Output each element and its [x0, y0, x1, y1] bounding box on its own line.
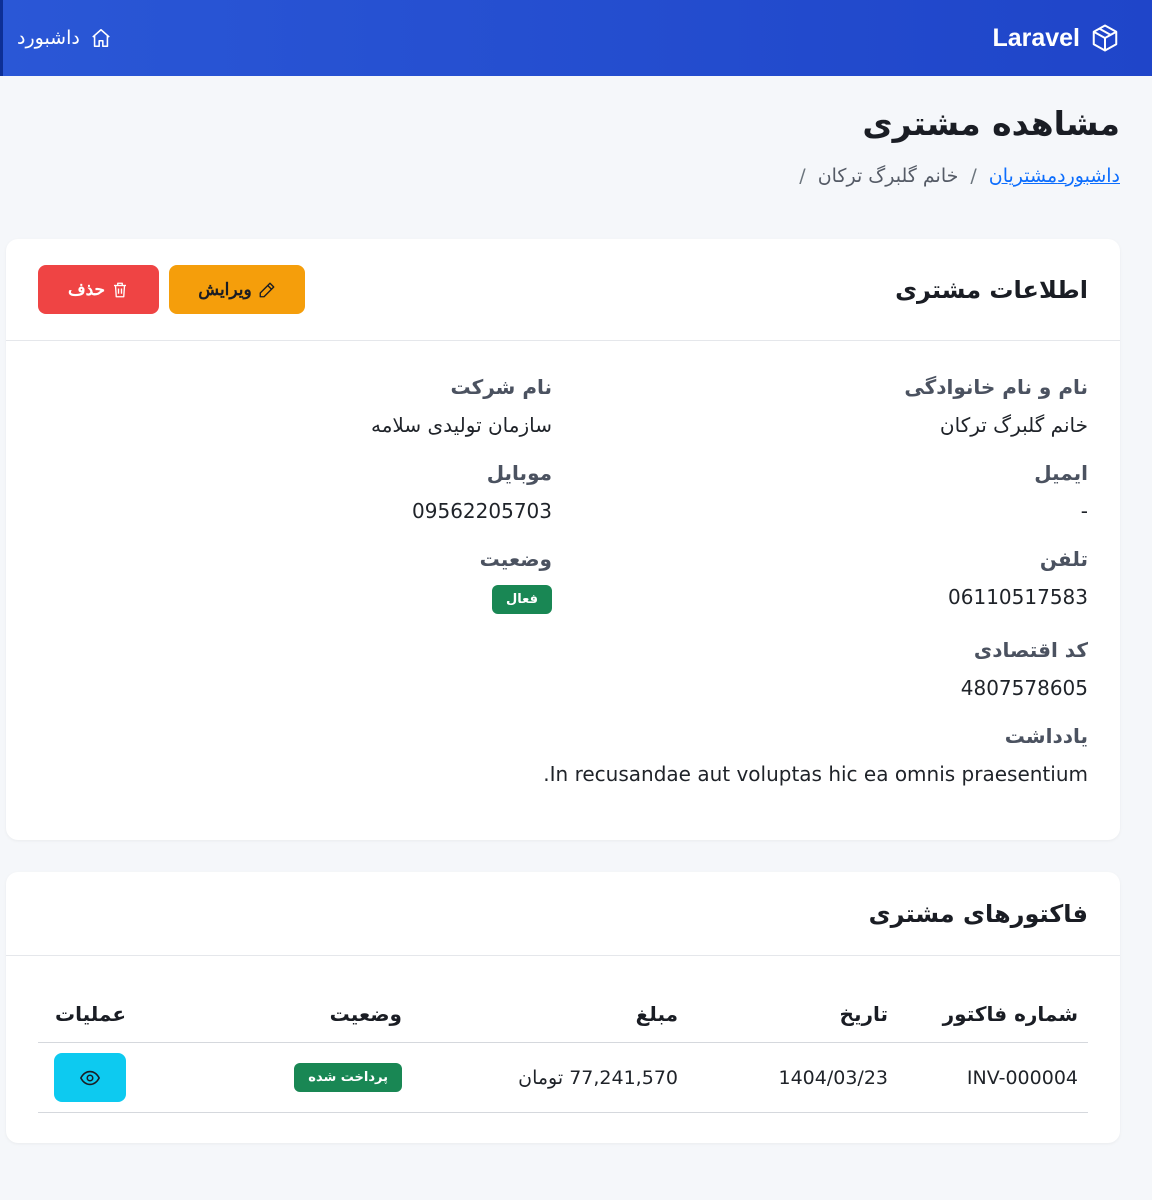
customer-actions: حذف ویرایش: [38, 265, 305, 314]
phone-label: تلفن: [1039, 547, 1088, 571]
page-title: مشاهده مشتری: [862, 104, 1120, 143]
customer-info-title: اطلاعات مشتری: [895, 275, 1088, 304]
invoices-table: شماره فاکتور تاریخ مبلغ وضعیت عملیات INV…: [38, 992, 1088, 1113]
status-container: فعال: [16, 585, 552, 614]
column-number: شماره فاکتور: [898, 992, 1088, 1043]
view-invoice-button[interactable]: [54, 1053, 126, 1102]
breadcrumb-links: داشبوردمشتریان: [989, 165, 1120, 187]
full-name-value: خانم گلبرگ ترکان: [939, 413, 1088, 437]
invoice-date: 1404/03/23: [688, 1042, 898, 1113]
column-date: تاریخ: [688, 992, 898, 1043]
email-label: ایمیل: [1034, 461, 1088, 485]
field-full-name: نام و نام خانوادگی خانم گلبرگ ترکان: [552, 375, 1088, 437]
brand-name: Laravel: [992, 23, 1080, 52]
edit-label: ویرایش: [198, 279, 252, 299]
column-status: وضعیت: [136, 992, 412, 1043]
economic-code-value: 4807578605: [960, 676, 1088, 700]
invoice-amount: 77,241,570 تومان: [412, 1042, 688, 1113]
field-economic-code: کد اقتصادی 4807578605: [552, 638, 1088, 700]
table-row: INV-000004 1404/03/23 77,241,570 تومان پ…: [38, 1042, 1088, 1113]
invoices-card: فاکتورهای مشتری شماره فاکتور تاریخ مبلغ …: [6, 872, 1120, 1143]
full-name-label: نام و نام خانوادگی: [904, 375, 1088, 399]
top-navbar: Laravel داشبورد: [0, 0, 1152, 76]
email-value: -: [1080, 499, 1088, 523]
field-company: نام شرکت سازمان تولیدی سلامه: [16, 375, 552, 437]
note-label: یادداشت: [1004, 724, 1088, 748]
note-value: In recusandae aut voluptas hic ea omnis …: [543, 762, 1088, 786]
field-email: ایمیل -: [552, 461, 1088, 523]
delete-button[interactable]: حذف: [38, 265, 159, 314]
mobile-label: موبایل: [486, 461, 552, 485]
invoice-status-cell: پرداخت شده: [136, 1042, 412, 1113]
breadcrumb-separator: /: [799, 165, 806, 187]
customer-info-header: اطلاعات مشتری حذف ویرایش: [6, 239, 1120, 341]
status-label: وضعیت: [479, 547, 552, 571]
nav-dashboard-link[interactable]: داشبورد: [0, 0, 126, 76]
field-mobile: موبایل 09562205703: [16, 461, 552, 523]
edit-button[interactable]: ویرایش: [169, 265, 305, 314]
field-phone: تلفن 06110517583: [552, 547, 1088, 614]
brand-logo[interactable]: Laravel: [992, 23, 1120, 53]
breadcrumb-customers-link[interactable]: مشتریان: [989, 165, 1057, 187]
grid-spacer: [16, 638, 552, 724]
delete-label: حذف: [67, 279, 106, 299]
phone-value: 06110517583: [948, 585, 1088, 609]
status-badge: فعال: [491, 585, 552, 614]
trash-icon: [114, 282, 127, 297]
table-header-row: شماره فاکتور تاریخ مبلغ وضعیت عملیات: [38, 992, 1088, 1043]
invoices-table-wrap: شماره فاکتور تاریخ مبلغ وضعیت عملیات INV…: [6, 956, 1120, 1143]
invoice-number: INV-000004: [898, 1042, 1088, 1113]
company-value: سازمان تولیدی سلامه: [370, 413, 552, 437]
economic-code-label: کد اقتصادی: [973, 638, 1088, 662]
invoice-status-badge: پرداخت شده: [294, 1063, 402, 1092]
breadcrumb-current: خانم گلبرگ ترکان: [817, 165, 959, 187]
customer-info-card: اطلاعات مشتری حذف ویرایش نام و نام خانوا…: [6, 239, 1120, 840]
invoices-title: فاکتورهای مشتری: [868, 899, 1088, 928]
mobile-value: 09562205703: [412, 499, 552, 523]
pencil-icon: [259, 282, 275, 297]
invoices-header: فاکتورهای مشتری: [6, 872, 1120, 956]
field-status: وضعیت فعال: [16, 547, 552, 614]
page-header: مشاهده مشتری داشبوردمشتریان / خانم گلبرگ…: [0, 76, 1152, 187]
home-icon: [92, 28, 110, 48]
field-note: یادداشت In recusandae aut voluptas hic e…: [16, 724, 1088, 786]
column-actions: عملیات: [38, 992, 136, 1043]
eye-icon: [79, 1070, 101, 1085]
customer-info-grid: نام و نام خانوادگی خانم گلبرگ ترکان نام …: [6, 341, 1120, 840]
breadcrumb: داشبوردمشتریان / خانم گلبرگ ترکان /: [32, 165, 1120, 187]
cube-icon: [1092, 24, 1118, 52]
breadcrumb-dashboard-link[interactable]: داشبورد: [1057, 165, 1120, 187]
breadcrumb-separator: /: [970, 165, 977, 187]
company-label: نام شرکت: [450, 375, 552, 399]
nav-dashboard-label: داشبورد: [17, 27, 80, 49]
column-amount: مبلغ: [412, 992, 688, 1043]
invoice-actions-cell: [38, 1042, 136, 1113]
